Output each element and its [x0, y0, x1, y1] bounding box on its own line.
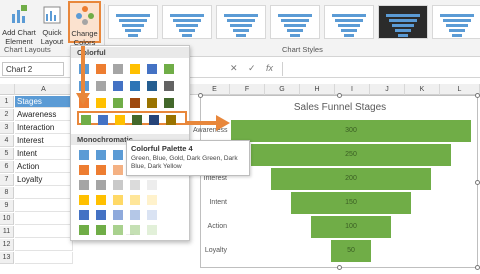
annotation-arrows: [76, 46, 230, 131]
down-arrow-icon: [76, 46, 90, 105]
right-arrow-icon: [186, 115, 230, 131]
